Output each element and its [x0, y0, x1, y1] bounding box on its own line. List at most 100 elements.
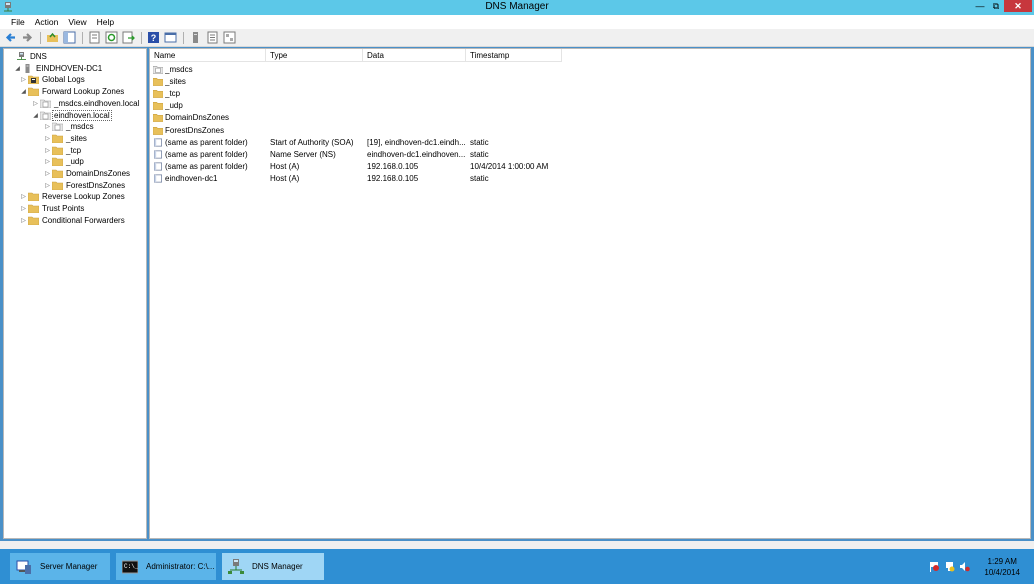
- svg-text:C:\_: C:\_: [124, 563, 138, 570]
- menu-action[interactable]: Action: [30, 15, 64, 29]
- help-icon[interactable]: ?: [147, 31, 160, 44]
- column-timestamp[interactable]: Timestamp: [466, 49, 562, 62]
- expand-arrow-icon[interactable]: ▷: [19, 205, 28, 212]
- tree-node-label: Trust Points: [42, 204, 85, 214]
- flag-icon[interactable]: [929, 561, 940, 572]
- record-row[interactable]: (same as parent folder) Host (A) 192.168.0…: [150, 161, 562, 173]
- properties-icon[interactable]: [88, 31, 101, 44]
- back-icon[interactable]: [4, 31, 17, 44]
- menu-help[interactable]: Help: [92, 15, 119, 29]
- record-row[interactable]: _udp: [150, 100, 562, 112]
- volume-icon[interactable]: [959, 561, 970, 572]
- cell-type: Host (A): [270, 162, 300, 172]
- refresh-icon[interactable]: [105, 31, 118, 44]
- tree-node[interactable]: ▷ _tcp: [43, 145, 82, 156]
- details-icon[interactable]: [223, 31, 236, 44]
- expand-arrow-icon[interactable]: ▷: [43, 135, 52, 142]
- expand-arrow-icon[interactable]: ▷: [43, 170, 52, 177]
- restore-button[interactable]: ⧉: [988, 0, 1004, 12]
- show-tree-icon[interactable]: [63, 31, 76, 44]
- taskbar-command-prompt[interactable]: C:\_ Administrator: C:\...: [116, 553, 216, 580]
- results-pane: Name Type Data Timestamp _msdcs _sites _tc…: [149, 48, 1031, 539]
- forward-icon[interactable]: [21, 31, 34, 44]
- tree-node-label: Conditional Forwarders: [42, 215, 125, 225]
- cell-timestamp: static: [470, 149, 489, 159]
- tree-node-label: Reverse Lookup Zones: [42, 192, 125, 202]
- column-type[interactable]: Type: [266, 49, 363, 62]
- folder-icon: [153, 114, 163, 123]
- expand-arrow-icon[interactable]: ▷: [19, 217, 28, 224]
- tree-node[interactable]: ▷ _sites: [43, 133, 88, 144]
- expand-arrow-icon[interactable]: ▷: [31, 100, 40, 107]
- record-row[interactable]: (same as parent folder) Name Server (NS) e…: [150, 148, 562, 160]
- tree-node[interactable]: ▷ _udp: [43, 156, 85, 167]
- record-row[interactable]: _sites: [150, 75, 562, 87]
- cell-name: _sites: [165, 76, 186, 86]
- cmd-icon: C:\_: [122, 560, 138, 573]
- list-icon[interactable]: [206, 31, 219, 44]
- collapse-arrow-icon[interactable]: ◢: [19, 88, 28, 95]
- server-icon[interactable]: [189, 31, 202, 44]
- taskbar-server-manager[interactable]: Server Manager: [10, 553, 110, 580]
- tree-node-label: DNS: [30, 52, 47, 61]
- expand-arrow-icon[interactable]: ▷: [43, 158, 52, 165]
- close-button[interactable]: ✕: [1004, 0, 1032, 12]
- expand-arrow-icon[interactable]: ▷: [43, 182, 52, 189]
- folder-icon: [28, 193, 39, 202]
- zone-icon: [52, 122, 63, 132]
- record-icon: [154, 138, 162, 147]
- menu-view[interactable]: View: [63, 15, 91, 29]
- expand-arrow-icon[interactable]: ▷: [43, 147, 52, 154]
- folder-icon: [52, 181, 63, 190]
- tree-node[interactable]: ▷ Trust Points: [19, 203, 85, 214]
- folder-icon: [52, 146, 63, 155]
- collapse-arrow-icon[interactable]: ◢: [31, 112, 40, 119]
- taskbar: Server Manager C:\_ Administrator: C:\..…: [0, 549, 1034, 584]
- network-icon[interactable]: [944, 561, 955, 572]
- tree-node[interactable]: ◢ Forward Lookup Zones: [19, 86, 125, 97]
- record-row[interactable]: DomainDnsZones: [150, 112, 562, 124]
- record-row[interactable]: _tcp: [150, 87, 562, 99]
- cell-timestamp: static: [470, 137, 489, 147]
- expand-arrow-icon[interactable]: ▷: [19, 193, 28, 200]
- tree-node-label: Forward Lookup Zones: [42, 87, 125, 97]
- cell-timestamp: static: [470, 174, 489, 184]
- record-row[interactable]: eindhoven-dc1 Host (A) 192.168.0.105 static: [150, 173, 562, 185]
- tree-node[interactable]: DNS: [7, 51, 48, 62]
- cell-data: 192.168.0.105: [367, 174, 419, 184]
- toolbar: ?: [0, 29, 1034, 47]
- minimize-button[interactable]: —: [972, 0, 988, 12]
- column-data[interactable]: Data: [363, 49, 466, 62]
- tree-node[interactable]: ▷ Global Logs: [19, 74, 86, 85]
- tree-node[interactable]: ◢ eindhoven.local: [31, 109, 112, 121]
- tree-node-label: _msdcs: [66, 122, 94, 132]
- tree-node[interactable]: ▷ ForestDnsZones: [43, 180, 126, 191]
- record-row[interactable]: ForestDnsZones: [150, 124, 562, 136]
- export-icon[interactable]: [122, 31, 135, 44]
- tree-node[interactable]: ▷ Reverse Lookup Zones: [19, 191, 126, 202]
- tree-node[interactable]: ◢ EINDHOVEN-DC1: [13, 63, 103, 74]
- record-row[interactable]: (same as parent folder) Start of Authorit…: [150, 136, 562, 148]
- folder-icon: [153, 77, 163, 86]
- collapse-arrow-icon[interactable]: ◢: [13, 65, 22, 72]
- tree-node[interactable]: ▷ DomainDnsZones: [43, 168, 131, 179]
- expand-arrow-icon[interactable]: ▷: [19, 76, 28, 83]
- dns-icon: [17, 52, 26, 60]
- tree-node[interactable]: ▷ Conditional Forwarders: [19, 215, 126, 226]
- tree-node[interactable]: ▷ _msdcs: [43, 121, 95, 132]
- clock-time: 1:29 AM: [987, 557, 1017, 566]
- console-tree: DNS ◢ EINDHOVEN-DC1 ▷ Global Logs ◢ Forward Lo…: [3, 48, 147, 539]
- tree-node[interactable]: ▷ _msdcs.eindhoven.local: [31, 98, 140, 109]
- clock[interactable]: 1:29 AM 10/4/2014: [984, 556, 1020, 578]
- record-row[interactable]: _msdcs: [150, 63, 562, 75]
- console-icon[interactable]: [164, 31, 177, 44]
- taskbar-label: Administrator: C:\...: [146, 562, 215, 571]
- expand-arrow-icon[interactable]: ▷: [43, 123, 52, 130]
- column-header: Name Type Data Timestamp: [150, 49, 1030, 62]
- menu-file[interactable]: File: [6, 15, 30, 29]
- column-name[interactable]: Name: [150, 49, 266, 62]
- up-folder-icon[interactable]: [46, 31, 59, 44]
- cell-name: (same as parent folder): [165, 162, 248, 172]
- cell-name: DomainDnsZones: [165, 113, 230, 123]
- taskbar-dns-manager[interactable]: DNS Manager: [222, 553, 324, 580]
